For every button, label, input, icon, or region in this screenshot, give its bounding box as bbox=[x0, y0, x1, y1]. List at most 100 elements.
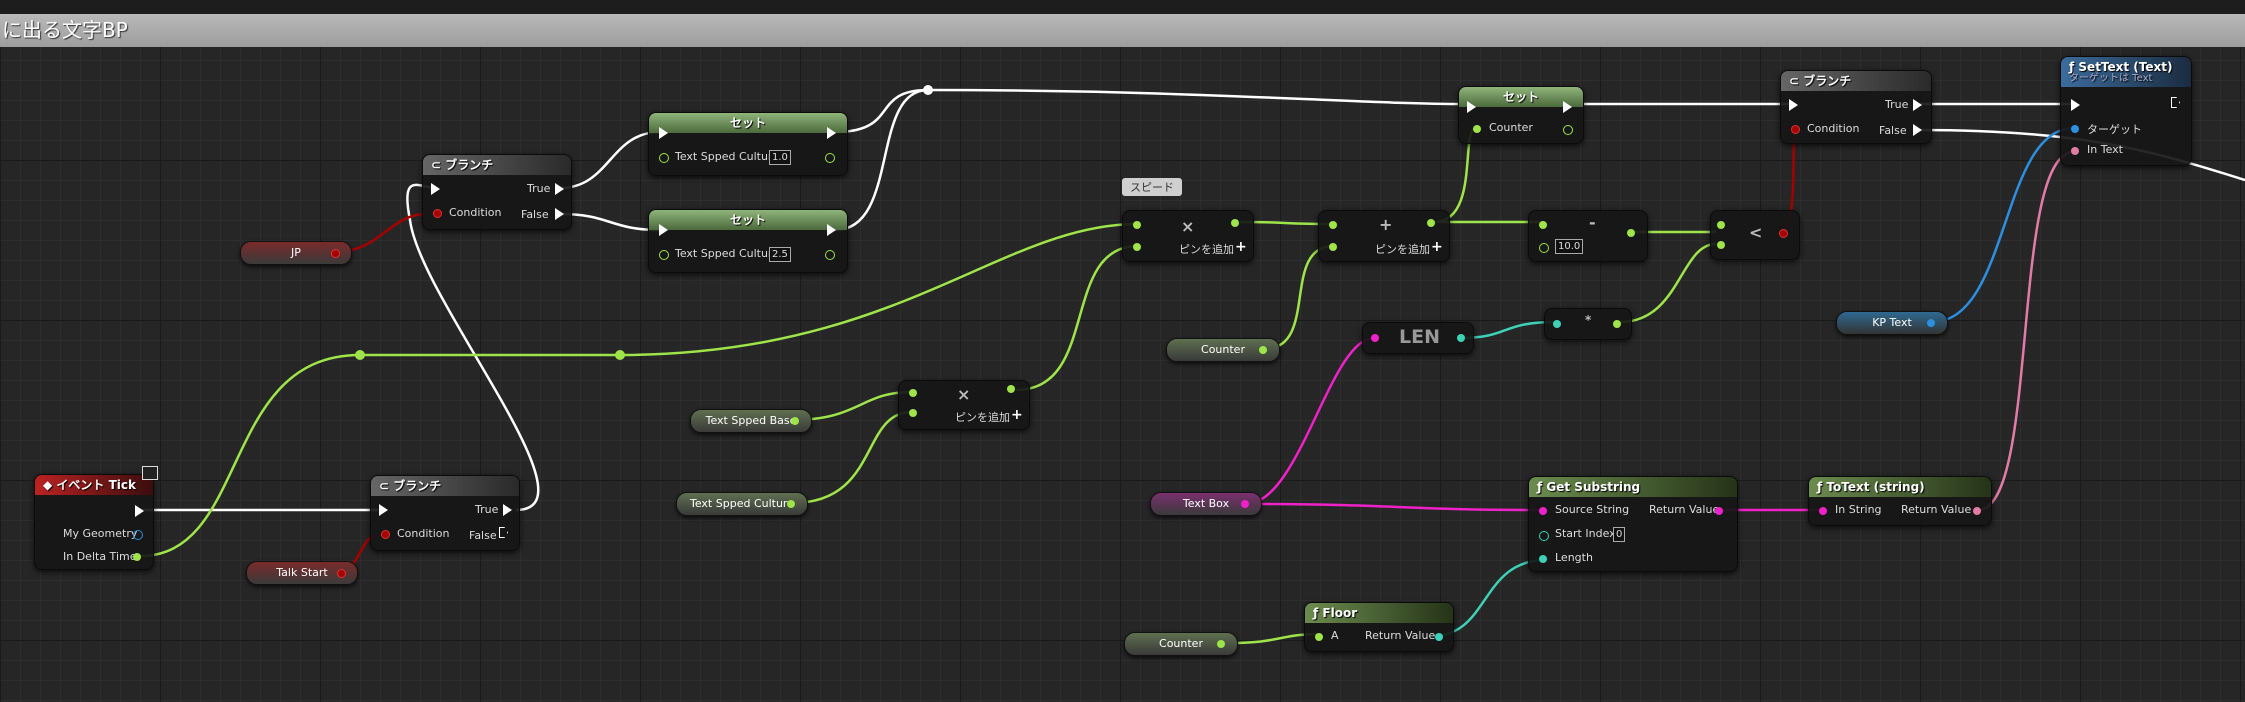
exec-in-pin[interactable] bbox=[2071, 99, 2080, 111]
kp-text-pin[interactable] bbox=[1927, 319, 1935, 327]
output-pin[interactable] bbox=[1427, 219, 1435, 227]
input-a-pin[interactable] bbox=[1717, 221, 1725, 229]
get-substring-node[interactable]: ƒ Get Substring Source String Return Val… bbox=[1528, 476, 1738, 572]
length-pin[interactable] bbox=[1539, 555, 1547, 563]
false-exec-pin[interactable] bbox=[499, 527, 508, 538]
value-input[interactable]: 10.0 bbox=[1555, 239, 1584, 254]
branch-node-2[interactable]: ⊂ ブランチ True Condition False bbox=[370, 475, 520, 551]
value-input[interactable]: 2.5 bbox=[769, 247, 791, 262]
input-b-pin[interactable] bbox=[1539, 243, 1549, 253]
exec-in-pin[interactable] bbox=[431, 183, 440, 195]
exec-out-pin[interactable] bbox=[827, 224, 836, 236]
counter-out-pin[interactable] bbox=[1563, 125, 1573, 135]
counter-in-pin[interactable] bbox=[1473, 125, 1481, 133]
jp-variable[interactable]: JP bbox=[240, 241, 352, 265]
input-pin[interactable] bbox=[1553, 320, 1561, 328]
bool-output-pin[interactable] bbox=[1779, 229, 1788, 238]
counter-variable-1[interactable]: Counter bbox=[1166, 338, 1280, 362]
output-pin[interactable] bbox=[1627, 229, 1635, 237]
source-string-pin[interactable] bbox=[1539, 507, 1547, 515]
add-pin-button[interactable]: ピンを追加 bbox=[1179, 241, 1234, 257]
plus-icon[interactable]: + bbox=[1431, 239, 1443, 255]
in-string-pin[interactable] bbox=[1819, 507, 1827, 515]
false-exec-pin[interactable] bbox=[1913, 124, 1922, 136]
len-node[interactable]: LEN bbox=[1362, 322, 1474, 354]
input-pin[interactable] bbox=[1371, 334, 1379, 342]
text-spped-culture-pin[interactable] bbox=[659, 250, 669, 260]
exec-in-pin[interactable] bbox=[379, 504, 388, 516]
event-tick-node[interactable]: ◆ イベント Tick My Geometry In Delta Time bbox=[34, 474, 154, 570]
out-pin[interactable] bbox=[825, 250, 835, 260]
set-counter-node[interactable]: セット Counter bbox=[1458, 86, 1584, 144]
plus-icon[interactable]: + bbox=[1235, 239, 1247, 255]
talk-start-pin[interactable] bbox=[337, 569, 346, 578]
exec-out-pin[interactable] bbox=[827, 127, 836, 139]
input-a-pin[interactable] bbox=[1539, 221, 1547, 229]
counter-pin[interactable] bbox=[1217, 640, 1225, 648]
text-box-pin[interactable] bbox=[1241, 500, 1249, 508]
exec-out-pin[interactable] bbox=[135, 505, 144, 517]
out-pin[interactable] bbox=[825, 153, 835, 163]
branch-node-1[interactable]: ⊂ ブランチ True Condition False bbox=[422, 154, 572, 230]
input-a-pin[interactable] bbox=[909, 389, 917, 397]
start-index-input[interactable]: 0 bbox=[1613, 527, 1626, 542]
output-pin[interactable] bbox=[1007, 385, 1015, 393]
return-value-pin[interactable] bbox=[1715, 507, 1723, 515]
multiply-node-speed[interactable]: × ピンを追加 + bbox=[1122, 210, 1254, 262]
add-node[interactable]: + ピンを追加 + bbox=[1318, 210, 1450, 262]
set-text-node[interactable]: ƒ SetText (Text) ターゲットは Text ターゲット In Tex… bbox=[2060, 56, 2192, 166]
to-text-node[interactable]: ƒ ToText (string) In String Return Value bbox=[1808, 476, 1992, 526]
input-b-pin[interactable] bbox=[1329, 243, 1337, 251]
exec-in-pin[interactable] bbox=[659, 224, 668, 236]
floor-node[interactable]: ƒ Floor A Return Value bbox=[1304, 602, 1454, 652]
in-delta-time-pin[interactable] bbox=[133, 553, 141, 561]
exec-in-pin[interactable] bbox=[1467, 101, 1476, 113]
text-spped-base-pin[interactable] bbox=[791, 417, 799, 425]
talk-start-variable[interactable]: Talk Start bbox=[246, 561, 358, 585]
jp-pin[interactable] bbox=[331, 249, 340, 258]
branch-node-3[interactable]: ⊂ ブランチ True Condition False bbox=[1780, 70, 1932, 144]
input-b-pin[interactable] bbox=[1717, 241, 1725, 249]
my-geometry-pin[interactable] bbox=[133, 530, 143, 540]
return-value-pin[interactable] bbox=[1973, 507, 1981, 515]
kp-text-variable[interactable]: KP Text bbox=[1836, 311, 1948, 335]
a-pin[interactable] bbox=[1315, 633, 1323, 641]
false-exec-pin[interactable] bbox=[555, 208, 564, 220]
output-pin[interactable] bbox=[1613, 320, 1621, 328]
exec-out-pin[interactable] bbox=[1563, 101, 1572, 113]
subtract-node[interactable]: 10.0 - bbox=[1528, 210, 1648, 262]
input-b-pin[interactable] bbox=[909, 409, 917, 417]
multiply-node-small[interactable]: * bbox=[1544, 308, 1632, 340]
multiply-node-lower[interactable]: × ピンを追加 + bbox=[898, 380, 1030, 430]
true-exec-pin[interactable] bbox=[555, 183, 564, 195]
text-box-variable[interactable]: Text Box bbox=[1150, 492, 1262, 516]
condition-pin[interactable] bbox=[1791, 125, 1800, 134]
true-exec-pin[interactable] bbox=[503, 504, 512, 516]
counter-pin[interactable] bbox=[1259, 346, 1267, 354]
set-node-1[interactable]: セット Text Spped Culture 1.0 bbox=[648, 112, 848, 176]
input-b-pin[interactable] bbox=[1133, 243, 1141, 251]
input-a-pin[interactable] bbox=[1133, 221, 1141, 229]
less-than-node[interactable]: < bbox=[1710, 210, 1800, 260]
output-pin[interactable] bbox=[1231, 219, 1239, 227]
text-spped-culture-pin[interactable] bbox=[659, 153, 669, 163]
counter-variable-2[interactable]: Counter bbox=[1124, 632, 1238, 656]
add-pin-button[interactable]: ピンを追加 bbox=[1375, 241, 1430, 257]
start-index-pin[interactable] bbox=[1539, 531, 1549, 541]
output-pin[interactable] bbox=[1457, 334, 1465, 342]
in-text-pin[interactable] bbox=[2071, 147, 2079, 155]
exec-out-pin[interactable] bbox=[2171, 97, 2180, 108]
text-spped-culture-pin[interactable] bbox=[787, 500, 795, 508]
set-node-2[interactable]: セット Text Spped Culture 2.5 bbox=[648, 209, 848, 273]
text-spped-culture-variable[interactable]: Text Spped Culture bbox=[676, 492, 808, 516]
return-value-pin[interactable] bbox=[1435, 633, 1443, 641]
speed-comment[interactable]: スピード bbox=[1122, 178, 1182, 196]
input-a-pin[interactable] bbox=[1329, 221, 1337, 229]
exec-in-pin[interactable] bbox=[659, 127, 668, 139]
plus-icon[interactable]: + bbox=[1011, 407, 1023, 423]
value-input[interactable]: 1.0 bbox=[769, 150, 791, 165]
add-pin-button[interactable]: ピンを追加 bbox=[955, 409, 1010, 425]
exec-in-pin[interactable] bbox=[1789, 99, 1798, 111]
condition-pin[interactable] bbox=[433, 209, 442, 218]
target-pin[interactable] bbox=[2071, 125, 2079, 133]
